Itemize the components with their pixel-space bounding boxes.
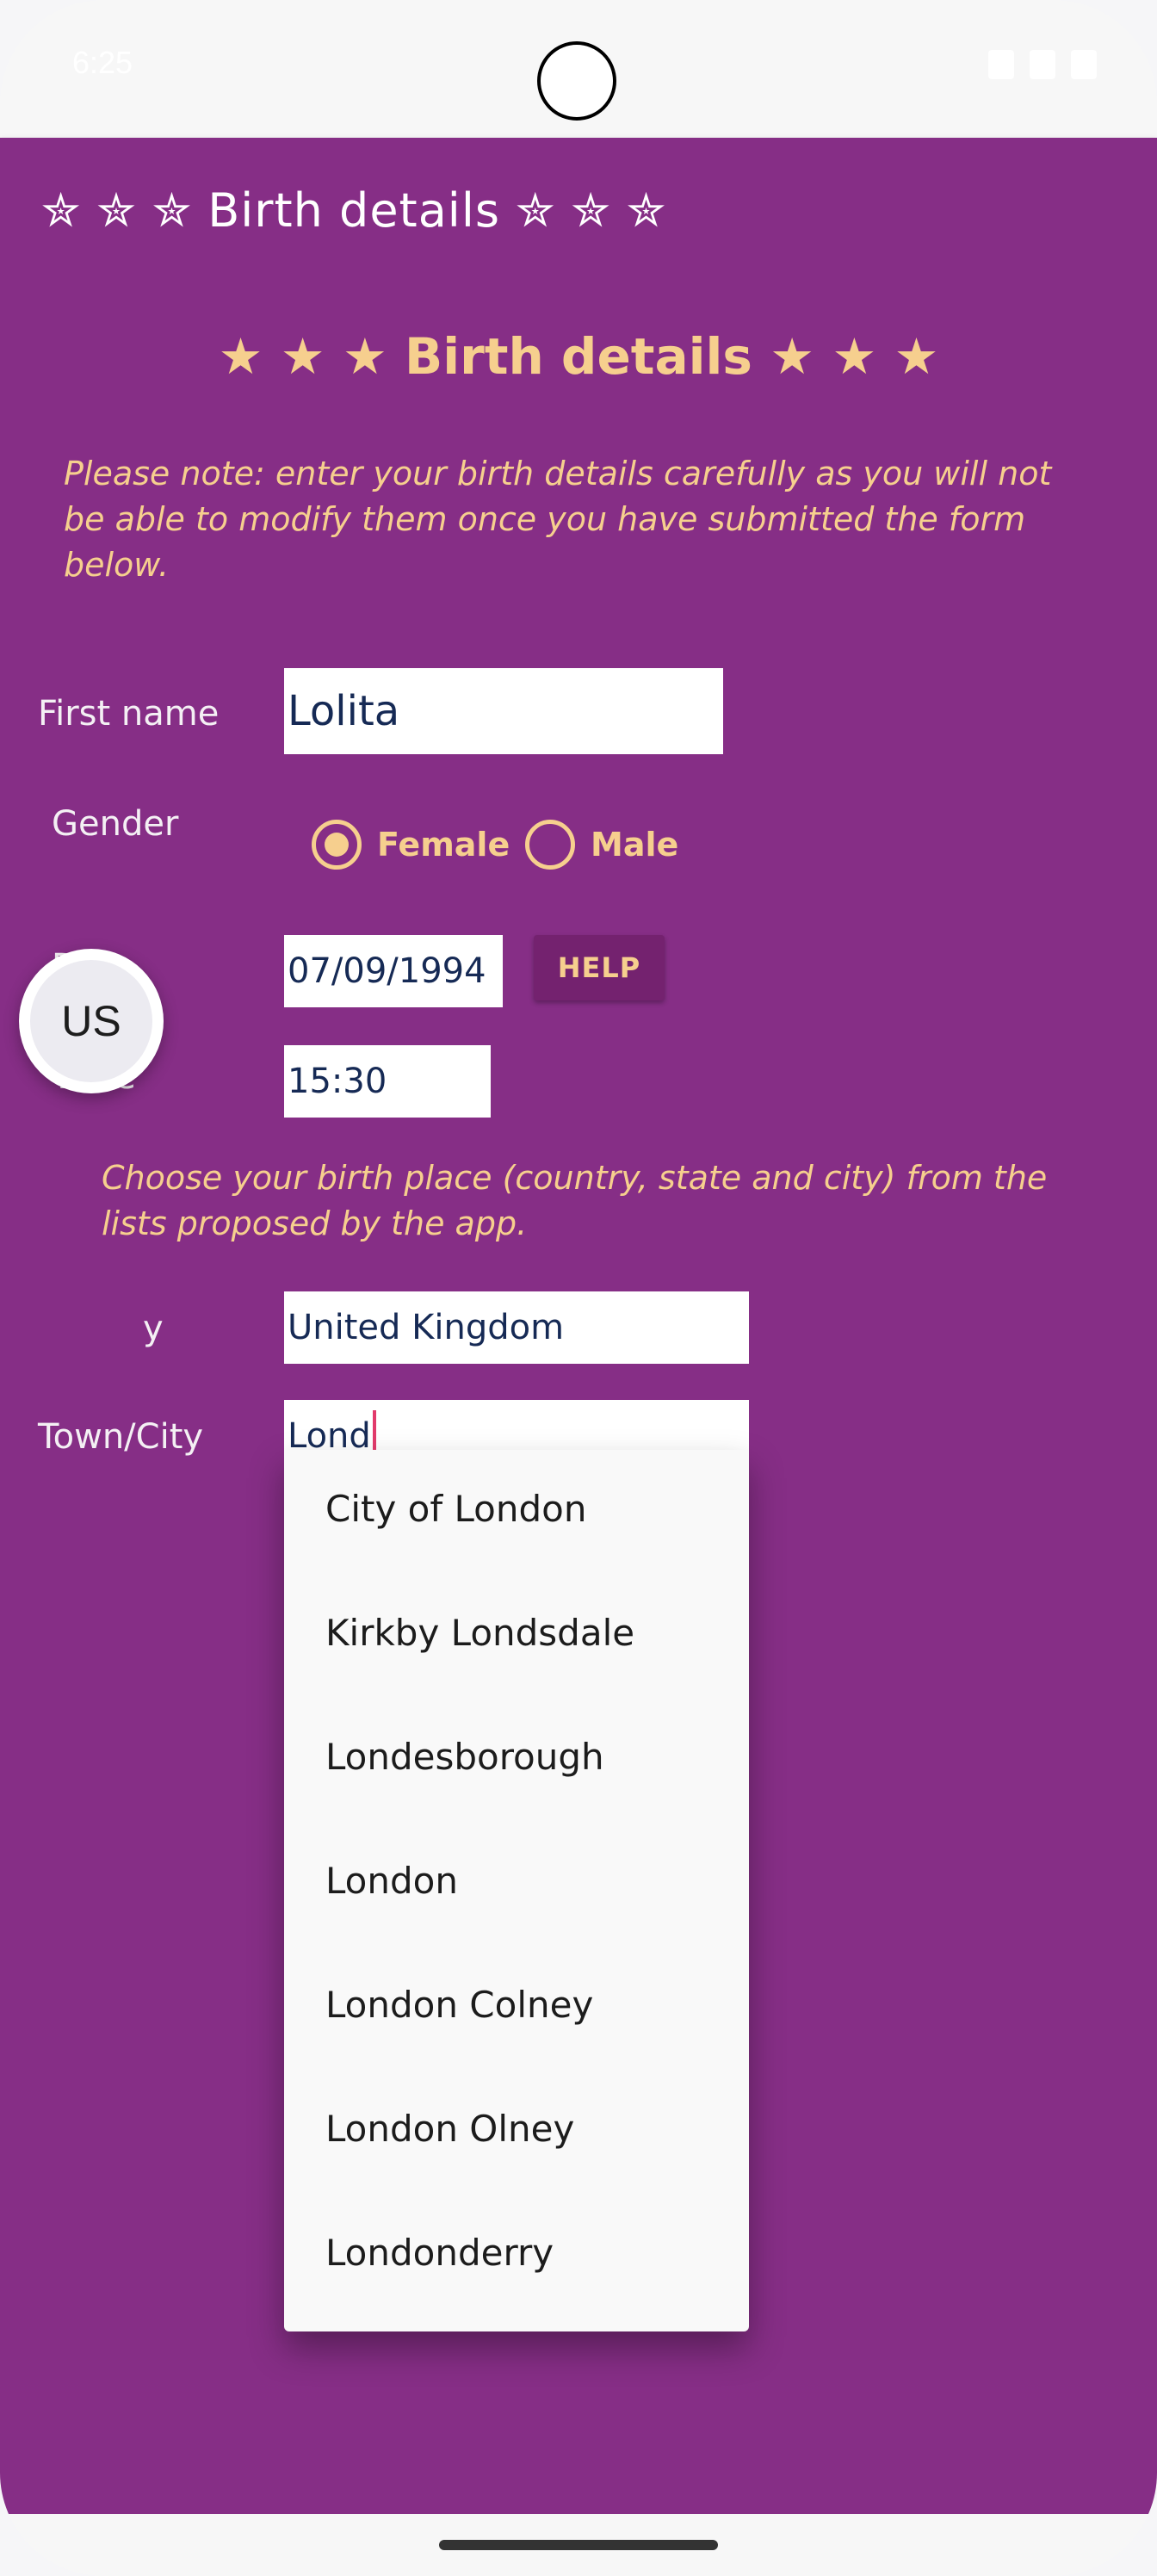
camera-cutout xyxy=(537,41,616,121)
app-bar: ✮ ✮ ✮ Birth details ✮ ✮ ✮ xyxy=(0,138,1157,282)
first-name-input[interactable]: Lolita xyxy=(284,668,723,754)
page-title: ★ ★ ★ Birth details ★ ★ ★ xyxy=(218,327,939,386)
date-input[interactable]: 07/09/1994 xyxy=(284,935,503,1007)
floating-us-bubble[interactable]: US xyxy=(19,949,164,1093)
suggestion-item[interactable]: London Olney xyxy=(325,2108,574,2150)
gender-male-radio[interactable]: Male xyxy=(525,820,678,870)
app-bar-title: ✮ ✮ ✮ Birth details ✮ ✮ ✮ xyxy=(41,183,667,238)
gender-label: Gender xyxy=(52,804,179,844)
suggestion-item[interactable]: London xyxy=(325,1860,458,1902)
signal-icon xyxy=(1030,50,1055,79)
suggestion-item[interactable]: Londesborough xyxy=(325,1736,604,1778)
town-suggestions-dropdown: City of London Kirkby Londsdale Londesbo… xyxy=(284,1450,749,2331)
birth-details-form: ★ ★ ★ Birth details ★ ★ ★ Please note: e… xyxy=(0,282,1157,2514)
country-label: y xyxy=(143,1309,164,1348)
status-icons xyxy=(988,50,1097,79)
gender-female-label: Female xyxy=(377,826,510,864)
birth-place-hint: Choose your birth place (country, state … xyxy=(102,1159,1048,1242)
battery-icon xyxy=(1071,50,1097,79)
home-gesture-handle[interactable] xyxy=(439,2540,718,2550)
time-input[interactable]: 15:30 xyxy=(284,1045,491,1118)
wifi-icon xyxy=(988,50,1014,79)
help-button[interactable]: HELP xyxy=(534,935,665,1000)
status-time: 6:25 xyxy=(72,45,133,80)
first-name-label: First name xyxy=(38,694,220,734)
suggestion-item[interactable]: City of London xyxy=(325,1488,586,1530)
radio-checked-icon xyxy=(312,820,362,870)
status-bar: 6:25 xyxy=(0,0,1157,138)
us-bubble-label: US xyxy=(30,960,152,1082)
phone-screen: 6:25 ✮ ✮ ✮ Birth details ✮ ✮ ✮ ★ ★ ★ Bir… xyxy=(0,0,1157,2576)
suggestion-item[interactable]: Kirkby Londsdale xyxy=(325,1612,634,1654)
country-input[interactable]: United Kingdom xyxy=(284,1291,749,1364)
gender-male-label: Male xyxy=(591,826,679,864)
suggestion-item[interactable]: Londonderry xyxy=(325,2232,554,2274)
note-text: Please note: enter your birth details ca… xyxy=(64,455,1052,584)
radio-unchecked-icon xyxy=(525,820,575,870)
gender-female-radio[interactable]: Female xyxy=(312,820,510,870)
town-label: Town/City xyxy=(38,1417,204,1457)
suggestion-item[interactable]: London Colney xyxy=(325,1984,593,2026)
